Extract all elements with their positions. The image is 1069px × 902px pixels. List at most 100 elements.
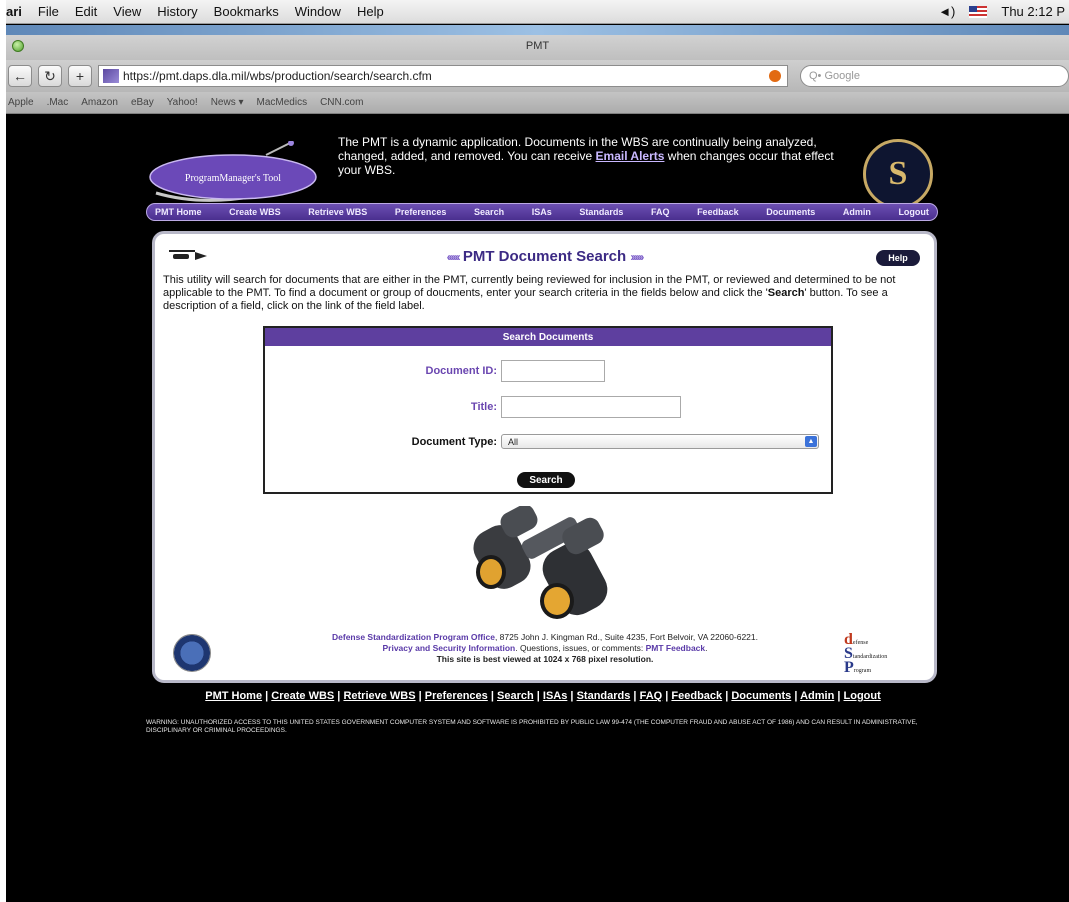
best-viewed-text: This site is best viewed at 1024 x 768 p…	[436, 654, 654, 664]
menu-help[interactable]: Help	[349, 4, 392, 19]
nav-pmt-home[interactable]: PMT Home	[155, 207, 202, 217]
menu-window[interactable]: Window	[287, 4, 349, 19]
menu-bookmarks[interactable]: Bookmarks	[206, 4, 287, 19]
bottom-documents[interactable]: Documents	[731, 690, 791, 702]
nav-isas[interactable]: ISAs	[532, 207, 552, 217]
page-footer: Defense Standardization Program Office, …	[155, 624, 934, 676]
screen: ari File Edit View History Bookmarks Win…	[6, 0, 1069, 902]
intro-bold: Search	[767, 287, 805, 299]
search-box-title: Search Documents	[265, 328, 831, 346]
help-button[interactable]: Help	[876, 250, 920, 266]
bottom-standards[interactable]: Standards	[577, 690, 631, 702]
menu-file[interactable]: File	[30, 4, 67, 19]
doc-type-row: Document Type: All ▲	[265, 434, 819, 449]
email-alerts-link[interactable]: Email Alerts	[596, 149, 665, 163]
doc-id-input[interactable]	[501, 360, 605, 382]
nav-faq[interactable]: FAQ	[651, 207, 670, 217]
binoculars-icon	[473, 506, 608, 619]
dsp-line2: tandardization	[852, 654, 888, 660]
us-flag-icon[interactable]	[969, 5, 988, 18]
dod-seal-icon	[173, 634, 211, 672]
privacy-link[interactable]: Privacy and Security Information	[382, 643, 515, 653]
web-page: ProgramManager's Tool The PMT is a dynam…	[6, 115, 1069, 902]
menu-edit[interactable]: Edit	[67, 4, 105, 19]
bottom-search[interactable]: Search	[497, 690, 534, 702]
bottom-pmt-home[interactable]: PMT Home	[205, 690, 262, 702]
nav-admin[interactable]: Admin	[843, 207, 871, 217]
bookmark-ebay[interactable]: eBay	[131, 97, 154, 108]
dsp-line1: efense	[852, 640, 869, 646]
search-documents-box: Search Documents Document ID: Title: Doc…	[263, 326, 833, 494]
doc-type-select[interactable]: All ▲	[501, 434, 819, 449]
pmt-feedback-link[interactable]: PMT Feedback	[646, 643, 706, 653]
dsp-logo: defense Standardization Program	[844, 631, 888, 676]
logo-text: ProgramManager's Tool	[185, 173, 281, 184]
pmt-logo[interactable]: ProgramManager's Tool	[148, 141, 318, 207]
doc-id-row: Document ID:	[265, 360, 605, 382]
window-title: PMT	[525, 40, 550, 52]
nav-documents[interactable]: Documents	[766, 207, 815, 217]
add-bookmark-button[interactable]: +	[68, 65, 92, 87]
nav-search[interactable]: Search	[474, 207, 504, 217]
snapback-icon[interactable]	[769, 70, 781, 82]
bottom-isas[interactable]: ISAs	[543, 690, 567, 702]
org-address: , 8725 John J. Kingman Rd., Suite 4235, …	[494, 632, 758, 642]
dsp-line3: rogram	[853, 668, 872, 674]
mac-menu-bar: ari File Edit View History Bookmarks Win…	[6, 0, 1069, 24]
nav-preferences[interactable]: Preferences	[395, 207, 447, 217]
reload-button[interactable]: ↻	[38, 65, 62, 87]
footer-period: .	[705, 643, 708, 653]
browser-title-bar: PMT	[6, 25, 1069, 60]
menu-app-name[interactable]: ari	[6, 4, 30, 19]
bookmark-news[interactable]: News ▾	[211, 97, 244, 108]
title-input[interactable]	[501, 396, 681, 418]
intro-text: This utility will search for documents t…	[163, 274, 931, 313]
select-arrows-icon: ▲	[805, 436, 817, 447]
browser-toolbar: ← ↻ + https://pmt.daps.dla.mil/wbs/produ…	[6, 60, 1069, 92]
bookmark-macmedics[interactable]: MacMedics	[257, 97, 308, 108]
title-right-chevrons: ››››››	[630, 250, 644, 264]
bookmark-apple[interactable]: Apple	[8, 97, 34, 108]
bottom-preferences[interactable]: Preferences	[425, 690, 488, 702]
google-search-placeholder: Q• Google	[809, 70, 860, 82]
window-zoom-icon[interactable]	[12, 40, 24, 52]
page-title: ‹‹‹‹‹‹ PMT Document Search ››››››	[155, 248, 934, 265]
dsp-seal-icon: S	[863, 139, 933, 209]
bookmark-cnn[interactable]: CNN.com	[320, 97, 363, 108]
bottom-retrieve-wbs[interactable]: Retrieve WBS	[343, 690, 415, 702]
address-bar-url: https://pmt.daps.dla.mil/wbs/production/…	[123, 69, 432, 83]
questions-text: . Questions, issues, or comments:	[515, 643, 646, 653]
bottom-feedback[interactable]: Feedback	[671, 690, 722, 702]
nav-feedback[interactable]: Feedback	[697, 207, 739, 217]
search-button[interactable]: Search	[517, 472, 575, 488]
org-link[interactable]: Defense Standardization Program Office	[332, 632, 495, 642]
bottom-create-wbs[interactable]: Create WBS	[271, 690, 334, 702]
content-panel: ‹‹‹‹‹‹ PMT Document Search ›››››› Help T…	[152, 231, 937, 683]
title-bar-stripe	[6, 25, 1069, 35]
nav-standards[interactable]: Standards	[579, 207, 623, 217]
bottom-admin[interactable]: Admin	[800, 690, 834, 702]
menu-history[interactable]: History	[149, 4, 205, 19]
bottom-nav: PMT Home | Create WBS | Retrieve WBS | P…	[205, 690, 881, 702]
nav-logout[interactable]: Logout	[898, 207, 929, 217]
page-title-text: PMT Document Search	[462, 248, 627, 265]
legal-warning: WARNING: UNAUTHORIZED ACCESS TO THIS UNI…	[146, 719, 918, 734]
bookmark-amazon[interactable]: Amazon	[81, 97, 118, 108]
menu-view[interactable]: View	[105, 4, 149, 19]
back-button[interactable]: ←	[8, 65, 32, 87]
bottom-logout[interactable]: Logout	[844, 690, 881, 702]
title-label[interactable]: Title:	[265, 401, 501, 413]
volume-icon[interactable]: ◄)	[938, 4, 955, 19]
nav-create-wbs[interactable]: Create WBS	[229, 207, 281, 217]
menu-clock[interactable]: Thu 2:12 P	[1001, 4, 1065, 19]
bottom-faq[interactable]: FAQ	[640, 690, 663, 702]
bookmark-yahoo[interactable]: Yahoo!	[167, 97, 198, 108]
address-bar[interactable]: https://pmt.daps.dla.mil/wbs/production/…	[98, 65, 788, 87]
doc-type-label: Document Type:	[411, 435, 497, 448]
google-search-input[interactable]: Q• Google	[800, 65, 1069, 87]
doc-id-label[interactable]: Document ID:	[265, 365, 501, 377]
footer-text: Defense Standardization Program Office, …	[255, 632, 835, 665]
nav-retrieve-wbs[interactable]: Retrieve WBS	[308, 207, 367, 217]
bookmark-mac[interactable]: .Mac	[47, 97, 69, 108]
header-blurb: The PMT is a dynamic application. Docume…	[338, 135, 848, 177]
